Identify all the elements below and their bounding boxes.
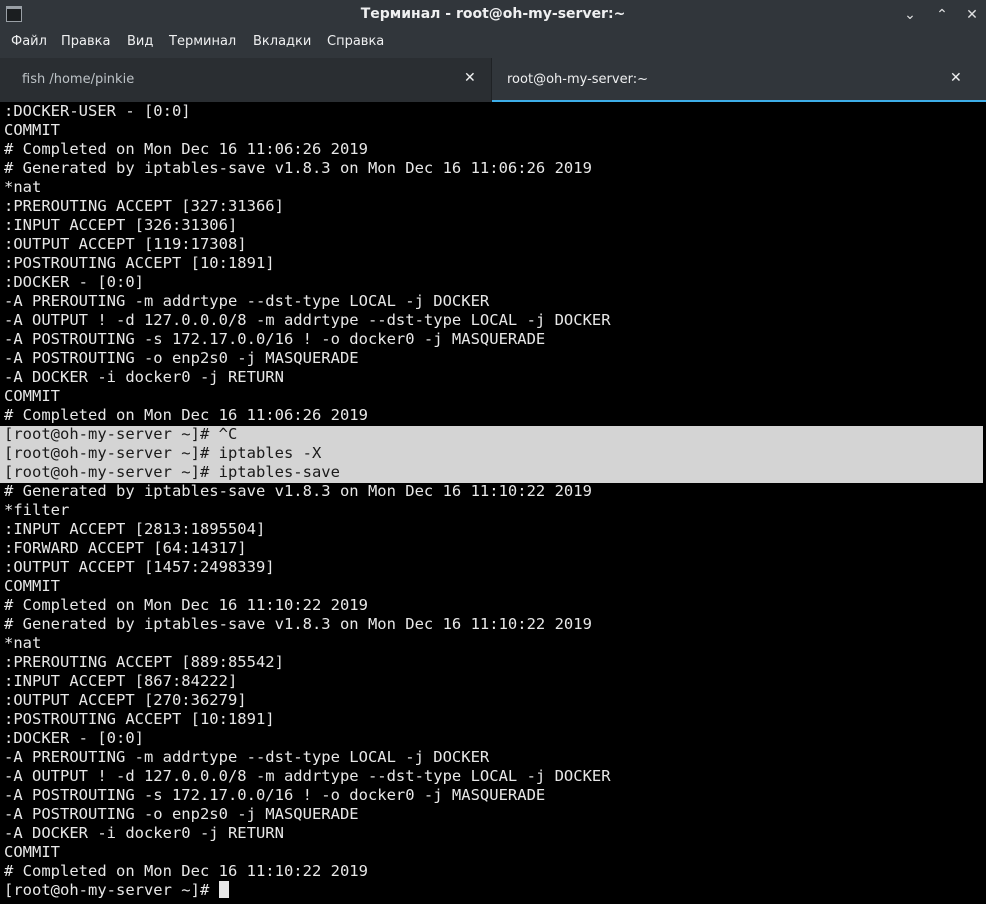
tab-root-oh-my-server[interactable]: root@oh-my-server:~ ✕ [492,58,986,102]
tab-close-icon[interactable]: ✕ [464,70,476,86]
terminal-line: COMMIT [4,577,60,595]
tab-bar: fish /home/pinkie ✕ root@oh-my-server:~ … [0,58,986,102]
terminal-prompt-line[interactable]: [root@oh-my-server ~]# [4,881,611,900]
maximize-icon[interactable]: ⌃ [932,5,952,25]
terminal-line: :OUTPUT ACCEPT [270:36279] [4,691,247,709]
terminal-line: # Completed on Mon Dec 16 11:10:22 2019 [4,596,368,614]
terminal-line: :OUTPUT ACCEPT [1457:2498339] [4,558,275,576]
terminal-line: -A OUTPUT ! -d 127.0.0.0/8 -m addrtype -… [4,311,611,329]
terminal-line: -A POSTROUTING -o enp2s0 -j MASQUERADE [4,349,359,367]
text-cursor [218,881,229,898]
terminal-line: # Generated by iptables-save v1.8.3 on M… [4,615,592,633]
terminal-line: -A PREROUTING -m addrtype --dst-type LOC… [4,292,490,310]
terminal-line: [root@oh-my-server ~]# iptables -X [4,444,322,462]
terminal-lines: :DOCKER-USER - [0:0] COMMIT # Completed on… [4,102,611,900]
terminal-line: *filter [4,501,70,519]
terminal-output[interactable]: :DOCKER-USER - [0:0] COMMIT # Completed on… [0,102,986,904]
terminal-line: # Completed on Mon Dec 16 11:06:26 2019 [4,140,368,158]
terminal-line: :PREROUTING ACCEPT [327:31366] [4,197,284,215]
window-title: Терминал - root@oh-my-server:~ [360,6,626,22]
terminal-line: -A PREROUTING -m addrtype --dst-type LOC… [4,748,490,766]
terminal-line: [root@oh-my-server ~]# iptables-save [4,463,340,481]
tab-close-icon[interactable]: ✕ [950,70,962,86]
terminal-line: -A POSTROUTING -o enp2s0 -j MASQUERADE [4,805,359,823]
terminal-line: :DOCKER-USER - [0:0] [4,102,191,120]
terminal-line: :PREROUTING ACCEPT [889:85542] [4,653,284,671]
menu-terminal[interactable]: Терминал [169,34,236,49]
terminal-line: COMMIT [4,843,60,861]
terminal-line: -A DOCKER -i docker0 -j RETURN [4,824,284,842]
terminal-line: -A OUTPUT ! -d 127.0.0.0/8 -m addrtype -… [4,767,611,785]
terminal-window: Терминал - root@oh-my-server:~ ⌄ ⌃ ✕ Фай… [0,0,986,904]
terminal-line: :POSTROUTING ACCEPT [10:1891] [4,254,275,272]
shell-prompt: [root@oh-my-server ~]# [4,881,219,899]
terminal-line: :INPUT ACCEPT [867:84222] [4,672,238,690]
menu-help[interactable]: Справка [327,34,384,49]
terminal-line: [root@oh-my-server ~]# ^C [4,425,238,443]
terminal-line: :INPUT ACCEPT [2813:1895504] [4,520,266,538]
terminal-line: COMMIT [4,121,60,139]
close-icon[interactable]: ✕ [962,5,982,25]
menu-view[interactable]: Вид [127,34,153,49]
terminal-line: :POSTROUTING ACCEPT [10:1891] [4,710,275,728]
terminal-line: # Completed on Mon Dec 16 11:06:26 2019 [4,406,368,424]
terminal-line: -A POSTROUTING -s 172.17.0.0/16 ! -o doc… [4,330,546,348]
menu-bar: Файл Правка Вид Терминал Вкладки Справка [0,30,986,54]
terminal-line: *nat [4,634,42,652]
terminal-line: -A DOCKER -i docker0 -j RETURN [4,368,284,386]
tab-label: root@oh-my-server:~ [507,72,648,87]
menu-tabs[interactable]: Вкладки [253,34,311,49]
terminal-line: :OUTPUT ACCEPT [119:17308] [4,235,247,253]
terminal-line: :INPUT ACCEPT [326:31306] [4,216,238,234]
terminal-line: :DOCKER - [0:0] [4,729,144,747]
terminal-line: # Completed on Mon Dec 16 11:10:22 2019 [4,862,368,880]
terminal-line: # Generated by iptables-save v1.8.3 on M… [4,482,592,500]
minimize-icon[interactable]: ⌄ [900,5,920,25]
terminal-line: *nat [4,178,42,196]
terminal-line: :FORWARD ACCEPT [64:14317] [4,539,247,557]
menu-file[interactable]: Файл [11,34,47,49]
terminal-line: :DOCKER - [0:0] [4,273,144,291]
tab-label: fish /home/pinkie [22,72,135,87]
terminal-line: -A POSTROUTING -s 172.17.0.0/16 ! -o doc… [4,786,546,804]
tab-fish-home-pinkie[interactable]: fish /home/pinkie ✕ [0,58,492,102]
title-bar[interactable]: Терминал - root@oh-my-server:~ ⌄ ⌃ ✕ [0,0,986,30]
menu-edit[interactable]: Правка [61,34,110,49]
terminal-line: COMMIT [4,387,60,405]
terminal-line: # Generated by iptables-save v1.8.3 on M… [4,159,592,177]
